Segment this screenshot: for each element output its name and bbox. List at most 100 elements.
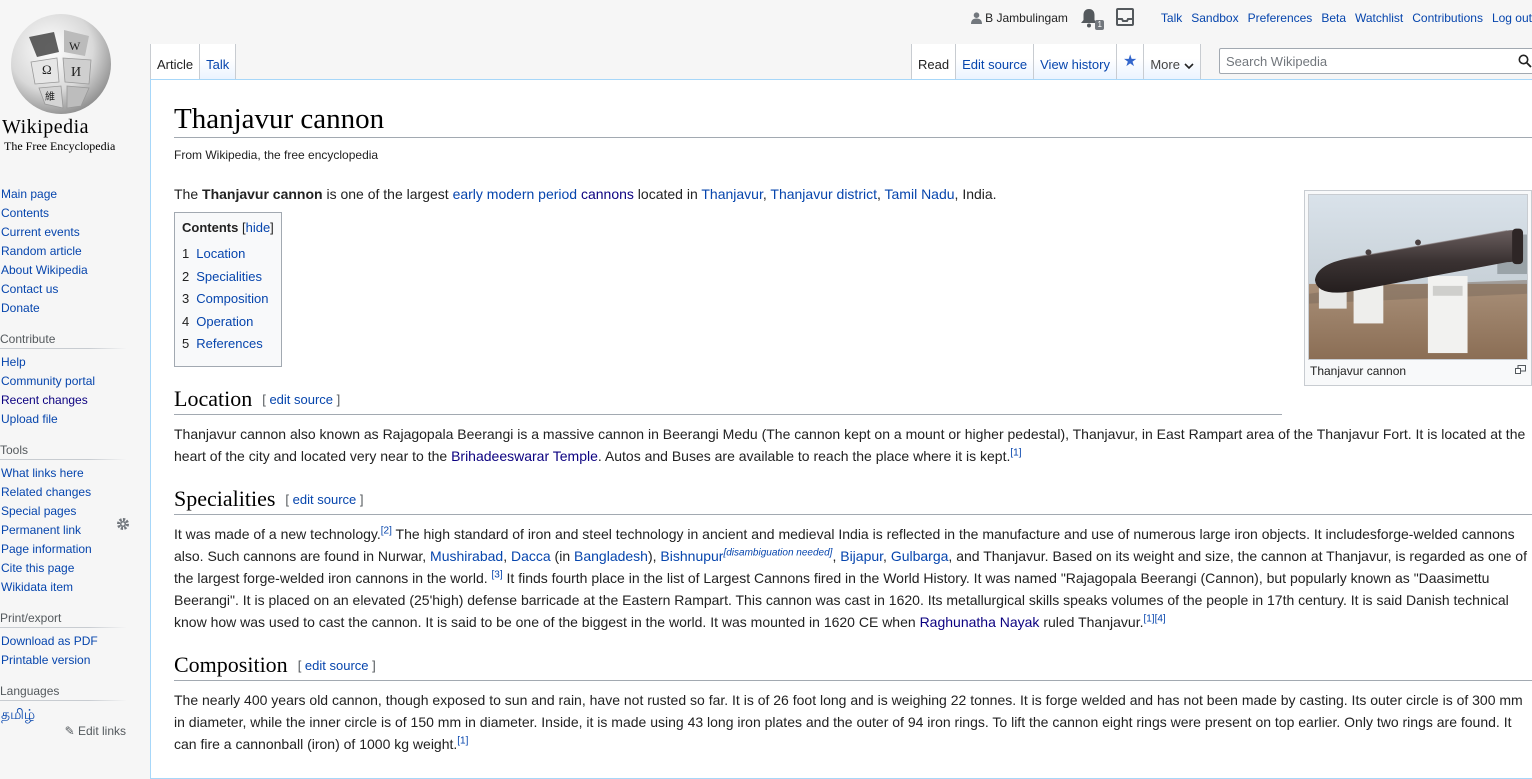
link-tamil-nadu[interactable]: Tamil Nadu [885, 186, 955, 202]
sidebar-item-cite-this-page[interactable]: Cite this page [1, 561, 74, 575]
tab-article[interactable]: Article [150, 44, 201, 80]
gear-icon[interactable] [116, 517, 130, 531]
reference-link[interactable]: [1] [457, 735, 468, 746]
inbox-icon [1115, 8, 1134, 26]
sandbox-link[interactable]: Sandbox [1191, 11, 1238, 25]
sidebar-heading-print-export: Print/export [0, 611, 126, 628]
toc-entry-specialities[interactable]: 2 Specialities [182, 266, 274, 289]
sidebar-item-permanent-link[interactable]: Permanent link [1, 523, 81, 537]
link-gulbarga[interactable]: Gulbarga [891, 548, 949, 564]
toc-link[interactable]: Composition [196, 291, 268, 306]
sidebar-item-main-page[interactable]: Main page [1, 187, 57, 201]
link-raghunatha-nayak[interactable]: Raghunatha Nayak [920, 614, 1040, 630]
logout-link[interactable]: Log out [1492, 11, 1532, 25]
edit-source-link[interactable]: edit source [269, 392, 333, 407]
preferences-link[interactable]: Preferences [1248, 11, 1313, 25]
toc-entry-location[interactable]: 1 Location [182, 243, 274, 266]
edit-section-composition[interactable]: [ edit source ] [298, 658, 376, 673]
enlarge-icon[interactable] [1515, 365, 1526, 374]
toc-hide-toggle[interactable]: [hide] [242, 220, 274, 235]
tab-edit-source[interactable]: Edit source [956, 44, 1035, 80]
toc-link[interactable]: Operation [196, 314, 253, 329]
reference-link[interactable]: [3] [492, 569, 503, 580]
personal-talk-link[interactable]: Talk [1161, 11, 1182, 25]
toc-link[interactable]: Specialities [196, 269, 262, 284]
link-cannons[interactable]: cannons [581, 186, 634, 202]
tab-talk[interactable]: Talk [200, 44, 237, 80]
edit-section-location[interactable]: [ edit source ] [262, 392, 340, 407]
table-of-contents: Contents [hide] 1 Location 2 Specialities … [174, 212, 282, 367]
link-bangladesh[interactable]: Bangladesh [574, 548, 648, 564]
sidebar-item-wikidata-item[interactable]: Wikidata item [1, 580, 73, 594]
reference-link[interactable]: [2] [381, 525, 392, 536]
sidebar-item-current-events[interactable]: Current events [1, 225, 80, 239]
contributions-link[interactable]: Contributions [1412, 11, 1483, 25]
tab-read-label: Read [918, 57, 950, 72]
sidebar-item-contents[interactable]: Contents [1, 206, 49, 220]
svg-text:Ω: Ω [42, 62, 52, 77]
section-heading-location: Location [ edit source ] [174, 386, 340, 412]
sidebar-item-donate[interactable]: Donate [1, 301, 40, 315]
thumbnail-figure: Thanjavur cannon [1304, 190, 1532, 386]
reference-link[interactable]: [4] [1155, 613, 1166, 624]
lead-text: , [876, 186, 885, 202]
toc-entry-references[interactable]: 5 References [182, 333, 274, 356]
user-page-link[interactable]: B Jambulingam [971, 11, 1068, 25]
tab-edit-source-label: Edit source [962, 57, 1028, 72]
toc-link[interactable]: References [196, 336, 262, 351]
sidebar-item-contact-us[interactable]: Contact us [1, 282, 58, 296]
language-link-tamil[interactable]: தமிழ் [1, 706, 35, 722]
sidebar-item-related-changes[interactable]: Related changes [1, 485, 91, 499]
beta-link[interactable]: Beta [1321, 11, 1346, 25]
more-menu[interactable]: More [1144, 44, 1201, 80]
link-mushirabad[interactable]: Mushirabad [430, 548, 503, 564]
notifications-notice-button[interactable] [1115, 8, 1136, 28]
watch-star-button[interactable]: ★ [1116, 44, 1145, 80]
link-dacca[interactable]: Dacca [511, 548, 551, 564]
section-title: Composition [174, 652, 288, 677]
notifications-alert-button[interactable]: 1 [1080, 8, 1104, 30]
watchlist-link[interactable]: Watchlist [1355, 11, 1403, 25]
wikipedia-logo[interactable]: Ω W И 維 Wikipedia The Free Encyclopedia [0, 0, 150, 160]
section-title: Location [174, 386, 253, 411]
para-text: The nearly 400 years old cannon, though … [174, 692, 1523, 752]
link-brihadeeswarar-temple[interactable]: Brihadeeswarar Temple [451, 448, 598, 464]
search-icon[interactable] [1518, 54, 1532, 68]
sidebar-item-random-article[interactable]: Random article [1, 244, 82, 258]
reference-link[interactable]: [1] [1143, 613, 1154, 624]
sidebar-item-what-links-here[interactable]: What links here [1, 466, 84, 480]
link-early-modern-period[interactable]: early modern period [453, 186, 578, 202]
tab-read[interactable]: Read [911, 44, 957, 80]
sidebar-heading-languages: Languages [0, 684, 126, 701]
reference-link[interactable]: [1] [1010, 447, 1021, 458]
cannon-photo[interactable] [1308, 194, 1528, 360]
section-divider [174, 680, 1532, 681]
sidebar-item-recent-changes[interactable]: Recent changes [1, 393, 88, 407]
sidebar-item-upload-file[interactable]: Upload file [1, 412, 58, 426]
sidebar-item-printable-version[interactable]: Printable version [1, 653, 90, 667]
edit-interlanguage-links[interactable]: ✎ Edit links [0, 724, 126, 738]
thumbnail-caption: Thanjavur cannon [1308, 360, 1528, 382]
disambiguation-needed-link[interactable]: [disambiguation needed] [723, 547, 832, 558]
link-thanjavur-district[interactable]: Thanjavur district [770, 186, 877, 202]
sidebar-item-special-pages[interactable]: Special pages [1, 504, 76, 518]
edit-source-link[interactable]: edit source [305, 658, 369, 673]
toc-link[interactable]: Location [196, 246, 245, 261]
sidebar-item-help[interactable]: Help [1, 355, 26, 369]
edit-source-link[interactable]: edit source [293, 492, 357, 507]
link-bishnupur[interactable]: Bishnupur [660, 548, 723, 564]
sidebar-item-community-portal[interactable]: Community portal [1, 374, 95, 388]
section-heading-composition: Composition [ edit source ] [174, 652, 376, 678]
lead-text: located in [633, 186, 702, 202]
toc-entry-composition[interactable]: 3 Composition [182, 288, 274, 311]
toc-hide-link[interactable]: hide [246, 220, 271, 235]
edit-section-specialities[interactable]: [ edit source ] [285, 492, 363, 507]
tab-view-history[interactable]: View history [1034, 44, 1117, 80]
search-input[interactable]: Search Wikipedia [1219, 48, 1532, 74]
sidebar-item-page-information[interactable]: Page information [1, 542, 92, 556]
link-thanjavur[interactable]: Thanjavur [701, 186, 762, 202]
sidebar-item-download-pdf[interactable]: Download as PDF [1, 634, 98, 648]
link-bijapur[interactable]: Bijapur [840, 548, 883, 564]
toc-entry-operation[interactable]: 4 Operation [182, 311, 274, 334]
sidebar-item-about-wikipedia[interactable]: About Wikipedia [1, 263, 88, 277]
